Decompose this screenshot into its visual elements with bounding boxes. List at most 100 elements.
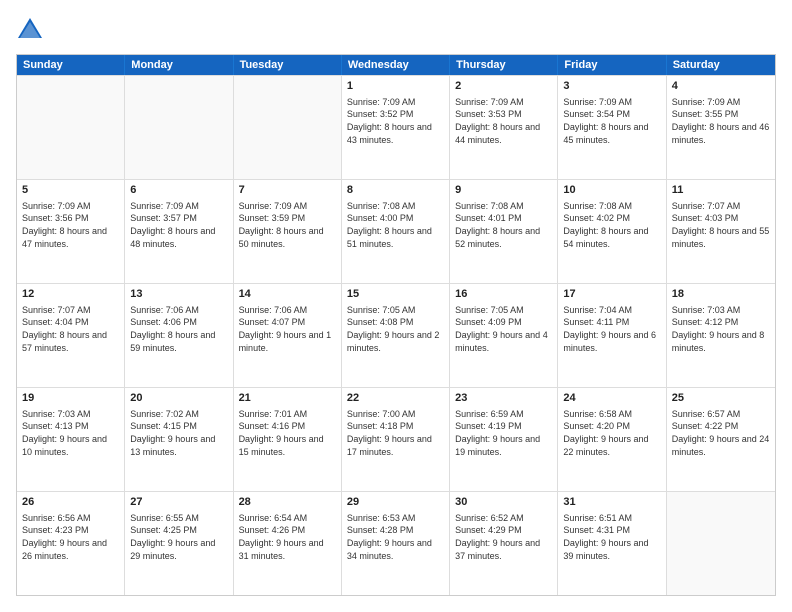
weekday-header: Tuesday <box>234 55 342 75</box>
day-number: 4 <box>672 79 770 94</box>
cell-text: Sunrise: 6:51 AM Sunset: 4:31 PM Dayligh… <box>563 512 660 562</box>
cell-text: Sunrise: 7:06 AM Sunset: 4:07 PM Dayligh… <box>239 304 336 354</box>
cell-text: Sunrise: 7:03 AM Sunset: 4:12 PM Dayligh… <box>672 304 770 354</box>
weekday-header: Monday <box>125 55 233 75</box>
calendar-body: 1 Sunrise: 7:09 AM Sunset: 3:52 PM Daylig… <box>17 75 775 595</box>
calendar-cell <box>667 492 775 595</box>
cell-text: Sunrise: 7:07 AM Sunset: 4:04 PM Dayligh… <box>22 304 119 354</box>
day-number: 9 <box>455 183 552 198</box>
cell-text: Sunrise: 7:09 AM Sunset: 3:55 PM Dayligh… <box>672 96 770 146</box>
calendar-cell: 24Sunrise: 6:58 AM Sunset: 4:20 PM Dayli… <box>558 388 666 491</box>
header <box>16 16 776 44</box>
calendar-row: 1 Sunrise: 7:09 AM Sunset: 3:52 PM Daylig… <box>17 75 775 179</box>
calendar-cell: 28 Sunrise: 6:54 AM Sunset: 4:26 PM Dayli… <box>234 492 342 595</box>
calendar-cell <box>17 76 125 179</box>
calendar-row: 19 Sunrise: 7:03 AM Sunset: 4:13 PM Dayli… <box>17 387 775 491</box>
calendar-cell: 16 Sunrise: 7:05 AM Sunset: 4:09 PM Dayli… <box>450 284 558 387</box>
day-number: 1 <box>347 79 444 94</box>
logo-icon <box>16 16 44 44</box>
calendar-cell: 19 Sunrise: 7:03 AM Sunset: 4:13 PM Dayli… <box>17 388 125 491</box>
day-number: 5 <box>22 183 119 198</box>
calendar-cell: 1 Sunrise: 7:09 AM Sunset: 3:52 PM Daylig… <box>342 76 450 179</box>
calendar-cell: 21 Sunrise: 7:01 AM Sunset: 4:16 PM Dayli… <box>234 388 342 491</box>
cell-text: Sunrise: 7:08 AM Sunset: 4:01 PM Dayligh… <box>455 200 552 250</box>
calendar-cell: 31 Sunrise: 6:51 AM Sunset: 4:31 PM Dayli… <box>558 492 666 595</box>
calendar-cell: 23 Sunrise: 6:59 AM Sunset: 4:19 PM Dayli… <box>450 388 558 491</box>
calendar-cell: 20 Sunrise: 7:02 AM Sunset: 4:15 PM Dayli… <box>125 388 233 491</box>
calendar-cell: 5 Sunrise: 7:09 AM Sunset: 3:56 PM Daylig… <box>17 180 125 283</box>
cell-text: Sunrise: 6:53 AM Sunset: 4:28 PM Dayligh… <box>347 512 444 562</box>
calendar-header: SundayMondayTuesdayWednesdayThursdayFrid… <box>17 55 775 75</box>
day-number: 11 <box>672 183 770 198</box>
day-number: 26 <box>22 495 119 510</box>
cell-text: Sunrise: 6:52 AM Sunset: 4:29 PM Dayligh… <box>455 512 552 562</box>
cell-text: Sunrise: 7:02 AM Sunset: 4:15 PM Dayligh… <box>130 408 227 458</box>
weekday-header: Thursday <box>450 55 558 75</box>
day-number: 17 <box>563 287 660 302</box>
calendar-cell: 10 Sunrise: 7:08 AM Sunset: 4:02 PM Dayli… <box>558 180 666 283</box>
day-number: 30 <box>455 495 552 510</box>
cell-text: Sunrise: 6:59 AM Sunset: 4:19 PM Dayligh… <box>455 408 552 458</box>
calendar-row: 12 Sunrise: 7:07 AM Sunset: 4:04 PM Dayli… <box>17 283 775 387</box>
day-number: 7 <box>239 183 336 198</box>
day-number: 27 <box>130 495 227 510</box>
cell-text: Sunrise: 7:06 AM Sunset: 4:06 PM Dayligh… <box>130 304 227 354</box>
calendar-cell: 17 Sunrise: 7:04 AM Sunset: 4:11 PM Dayli… <box>558 284 666 387</box>
cell-text: Sunrise: 7:01 AM Sunset: 4:16 PM Dayligh… <box>239 408 336 458</box>
calendar-cell: 6 Sunrise: 7:09 AM Sunset: 3:57 PM Daylig… <box>125 180 233 283</box>
cell-text: Sunrise: 7:09 AM Sunset: 3:53 PM Dayligh… <box>455 96 552 146</box>
cell-text: Sunrise: 7:09 AM Sunset: 3:57 PM Dayligh… <box>130 200 227 250</box>
day-number: 23 <box>455 391 552 406</box>
calendar-cell: 30 Sunrise: 6:52 AM Sunset: 4:29 PM Dayli… <box>450 492 558 595</box>
calendar-cell: 14 Sunrise: 7:06 AM Sunset: 4:07 PM Dayli… <box>234 284 342 387</box>
logo <box>16 16 48 44</box>
cell-text: Sunrise: 7:09 AM Sunset: 3:54 PM Dayligh… <box>563 96 660 146</box>
calendar-cell: 3 Sunrise: 7:09 AM Sunset: 3:54 PM Daylig… <box>558 76 666 179</box>
day-number: 21 <box>239 391 336 406</box>
calendar-cell <box>234 76 342 179</box>
calendar-cell: 9 Sunrise: 7:08 AM Sunset: 4:01 PM Daylig… <box>450 180 558 283</box>
weekday-header: Saturday <box>667 55 775 75</box>
day-number: 19 <box>22 391 119 406</box>
day-number: 28 <box>239 495 336 510</box>
day-number: 10 <box>563 183 660 198</box>
cell-text: Sunrise: 7:09 AM Sunset: 3:52 PM Dayligh… <box>347 96 444 146</box>
cell-text: Sunrise: 6:55 AM Sunset: 4:25 PM Dayligh… <box>130 512 227 562</box>
calendar-cell: 15Sunrise: 7:05 AM Sunset: 4:08 PM Dayli… <box>342 284 450 387</box>
day-number: 3 <box>563 79 660 94</box>
day-number: 20 <box>130 391 227 406</box>
weekday-header: Friday <box>558 55 666 75</box>
day-number: 29 <box>347 495 444 510</box>
calendar-page: SundayMondayTuesdayWednesdayThursdayFrid… <box>0 0 792 612</box>
cell-text: Sunrise: 6:57 AM Sunset: 4:22 PM Dayligh… <box>672 408 770 458</box>
cell-text: Sunrise: 7:05 AM Sunset: 4:08 PM Dayligh… <box>347 304 444 354</box>
day-number: 16 <box>455 287 552 302</box>
cell-text: Sunrise: 7:03 AM Sunset: 4:13 PM Dayligh… <box>22 408 119 458</box>
cell-text: Sunrise: 6:54 AM Sunset: 4:26 PM Dayligh… <box>239 512 336 562</box>
day-number: 25 <box>672 391 770 406</box>
calendar-cell: 11 Sunrise: 7:07 AM Sunset: 4:03 PM Dayli… <box>667 180 775 283</box>
calendar-cell: 27 Sunrise: 6:55 AM Sunset: 4:25 PM Dayli… <box>125 492 233 595</box>
cell-text: Sunrise: 7:09 AM Sunset: 3:56 PM Dayligh… <box>22 200 119 250</box>
cell-text: Sunrise: 7:08 AM Sunset: 4:00 PM Dayligh… <box>347 200 444 250</box>
cell-text: Sunrise: 7:04 AM Sunset: 4:11 PM Dayligh… <box>563 304 660 354</box>
calendar-cell <box>125 76 233 179</box>
day-number: 2 <box>455 79 552 94</box>
calendar-cell: 25 Sunrise: 6:57 AM Sunset: 4:22 PM Dayli… <box>667 388 775 491</box>
day-number: 14 <box>239 287 336 302</box>
calendar-cell: 18 Sunrise: 7:03 AM Sunset: 4:12 PM Dayli… <box>667 284 775 387</box>
day-number: 8 <box>347 183 444 198</box>
calendar-cell: 7 Sunrise: 7:09 AM Sunset: 3:59 PM Daylig… <box>234 180 342 283</box>
cell-text: Sunrise: 7:08 AM Sunset: 4:02 PM Dayligh… <box>563 200 660 250</box>
weekday-header: Sunday <box>17 55 125 75</box>
day-number: 6 <box>130 183 227 198</box>
day-number: 31 <box>563 495 660 510</box>
cell-text: Sunrise: 7:09 AM Sunset: 3:59 PM Dayligh… <box>239 200 336 250</box>
day-number: 18 <box>672 287 770 302</box>
calendar-cell: 2 Sunrise: 7:09 AM Sunset: 3:53 PM Daylig… <box>450 76 558 179</box>
day-number: 24 <box>563 391 660 406</box>
cell-text: Sunrise: 7:07 AM Sunset: 4:03 PM Dayligh… <box>672 200 770 250</box>
calendar-cell: 22Sunrise: 7:00 AM Sunset: 4:18 PM Dayli… <box>342 388 450 491</box>
day-number: 12 <box>22 287 119 302</box>
cell-text: Sunrise: 7:05 AM Sunset: 4:09 PM Dayligh… <box>455 304 552 354</box>
